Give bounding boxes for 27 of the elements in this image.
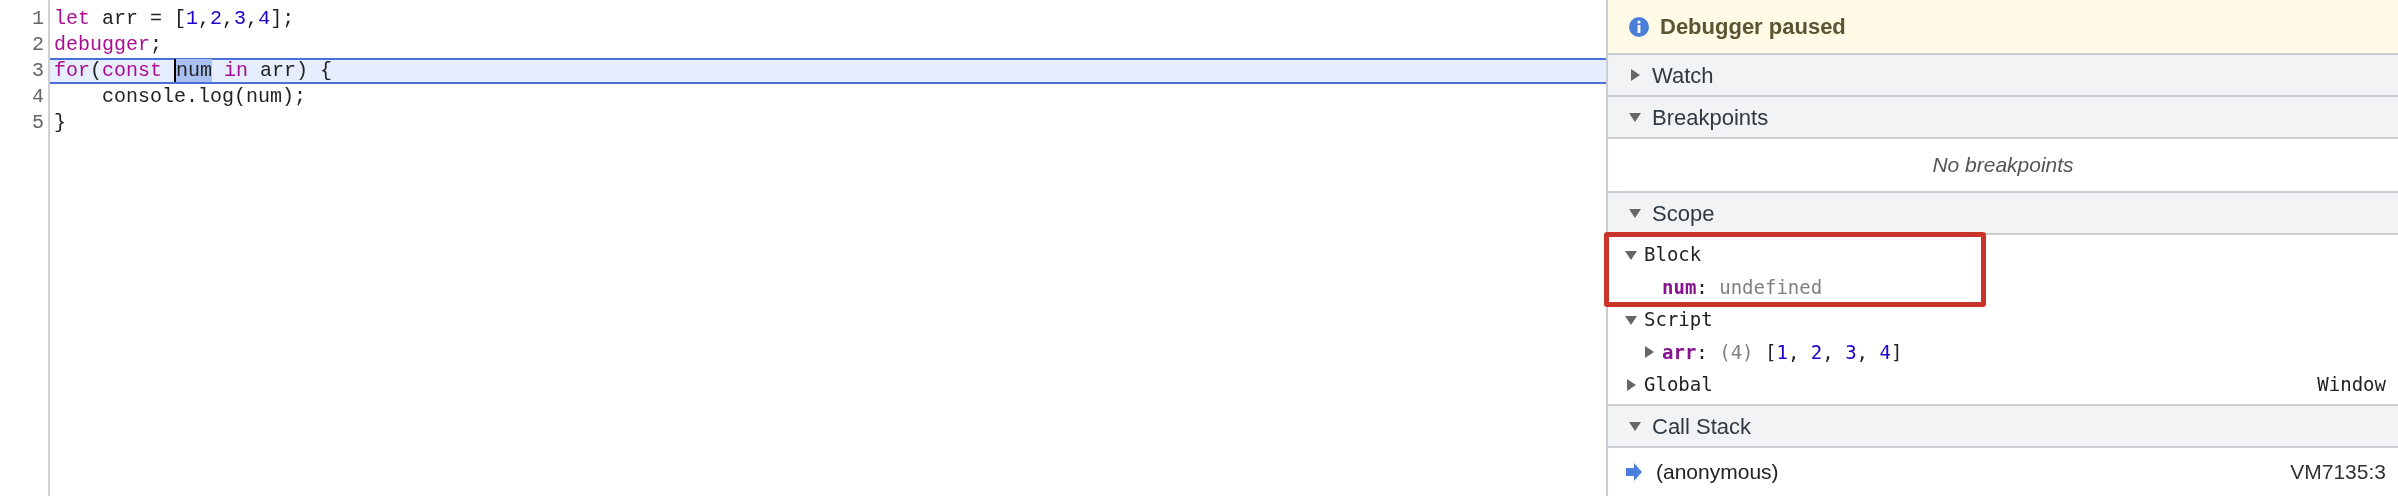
expanded-triangle-icon[interactable] [1628,110,1642,124]
info-icon [1628,15,1650,38]
section-header[interactable]: Call Stack [1608,406,2398,448]
expanded-triangle-icon[interactable] [1628,419,1642,433]
collapsed-triangle-icon[interactable] [1624,377,1638,392]
section-header[interactable]: Scope [1608,193,2398,235]
section-header[interactable]: Breakpoints [1608,97,2398,139]
code-line: console.log(num); [101,84,308,110]
variable-row[interactable]: arr: (4) [1, 2, 3, 4] [1608,336,2398,368]
scope-row[interactable]: Global Window [1608,368,2398,401]
scope-row[interactable]: Block [1608,238,2398,271]
code-line: debugger; [53,32,164,58]
line-number: 4 [31,84,44,110]
line-number: 5 [31,110,44,136]
line-number: 3 [31,58,44,84]
variable-row-text: num: undefined [1661,274,1824,300]
collapsed-triangle-icon[interactable] [1628,68,1642,82]
collapsed-triangle-icon[interactable] [1642,345,1656,359]
paused-banner: Debugger paused [1608,0,2398,55]
scope-row[interactable]: Script [1608,303,2398,336]
call-frame[interactable]: (anonymous) VM7135:3 [1608,448,2398,496]
code-line: let arr = [1,2,3,4]; [53,6,296,32]
section-header[interactable]: Watch [1608,55,2398,97]
line-number: 1 [31,6,44,32]
expanded-triangle-icon[interactable] [1628,206,1642,220]
line-number: 2 [31,32,44,58]
code-line: } [53,110,67,136]
